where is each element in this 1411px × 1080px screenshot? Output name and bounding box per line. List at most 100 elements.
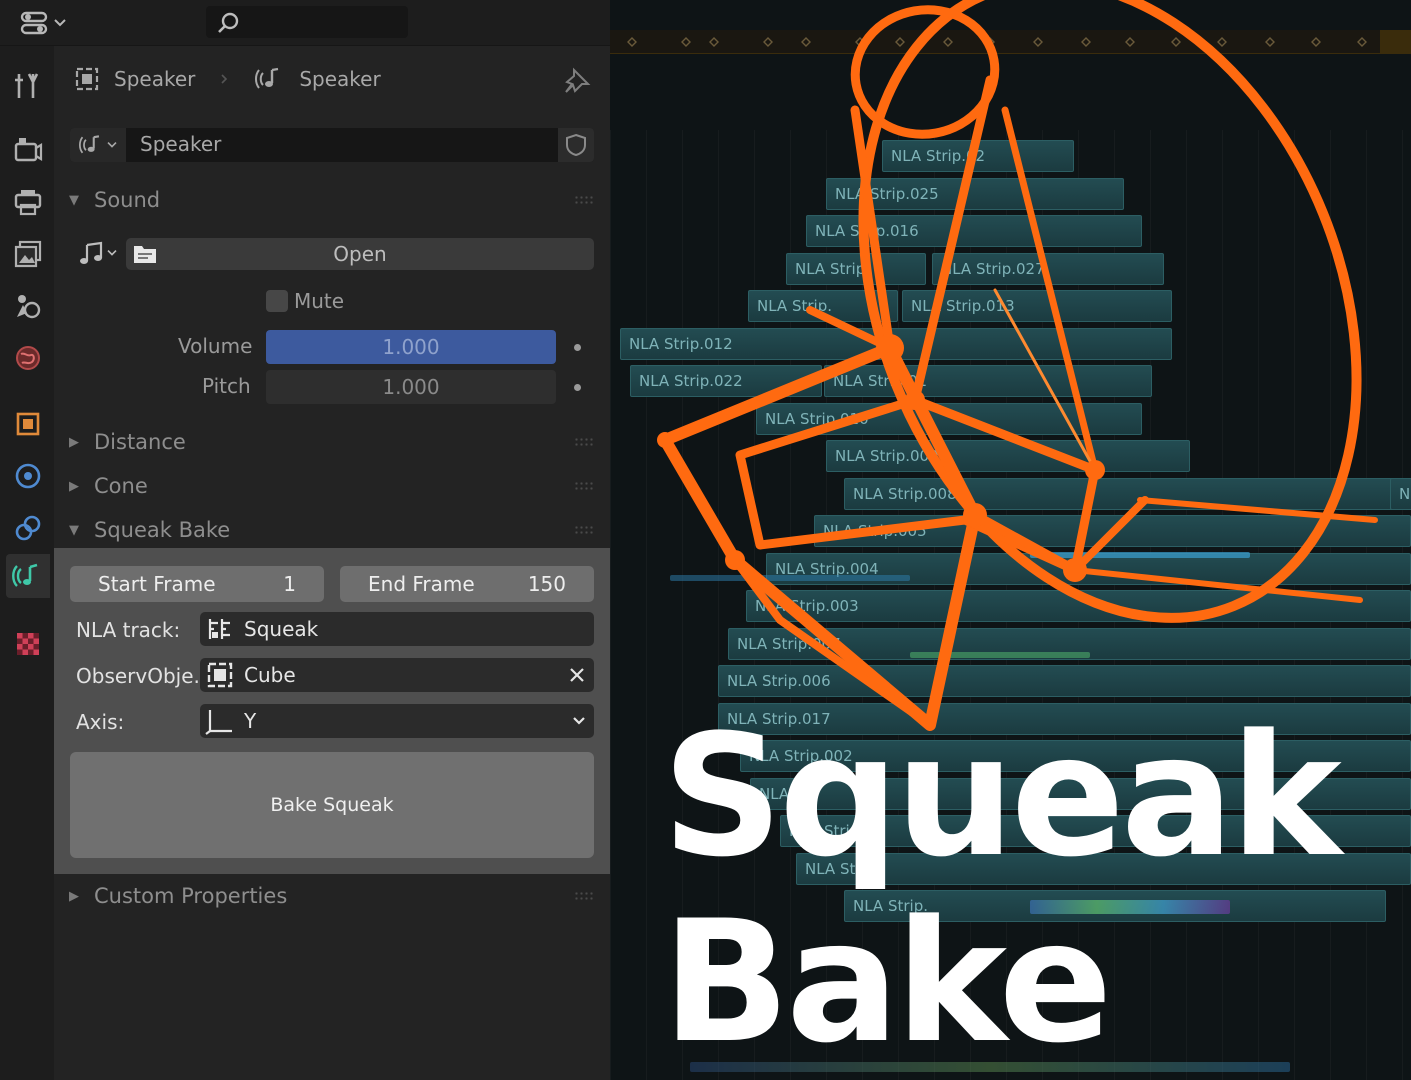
view-layer-tab[interactable] (6, 232, 50, 276)
start-frame-field[interactable]: Start Frame 1 (70, 566, 324, 602)
search-input[interactable] (206, 6, 408, 38)
observer-object-value: Cube (244, 663, 296, 687)
output-tab[interactable] (6, 180, 50, 224)
bake-squeak-button[interactable]: Bake Squeak (70, 752, 594, 858)
chevron-down-icon (107, 250, 117, 256)
cone-panel-title: Cone (94, 474, 148, 498)
axis-icon (205, 710, 232, 735)
speaker-datablock-field[interactable]: Speaker (70, 128, 594, 162)
end-frame-field[interactable]: End Frame 150 (340, 566, 594, 602)
properties-editor: Speaker Speaker Speaker ▼ Sound Open Mut… (0, 0, 610, 1080)
object-tab[interactable] (6, 402, 50, 446)
breadcrumb: Speaker Speaker (74, 66, 381, 92)
speaker-icon (255, 67, 279, 89)
object-icon (207, 662, 233, 688)
editor-type-button[interactable] (14, 6, 72, 40)
start-frame-value: 1 (283, 572, 296, 596)
speaker-icon (12, 563, 38, 587)
collapsed-arrow-icon: ▶ (69, 434, 79, 450)
distance-panel-title: Distance (94, 430, 186, 454)
cone-panel-header[interactable]: ▶ Cone (54, 466, 610, 506)
distance-panel-header[interactable]: ▶ Distance (54, 422, 610, 462)
squeak-bake-panel-body: Start Frame 1 End Frame 150 NLA track: S… (54, 548, 610, 874)
properties-tabs (0, 46, 54, 1080)
squeak-bake-panel-title: Squeak Bake (94, 518, 231, 542)
render-icon (14, 138, 43, 162)
scene-tab[interactable] (6, 284, 50, 328)
pitch-value: 1.000 (382, 375, 440, 399)
scene-icon (17, 295, 41, 319)
volume-keyframe-dot[interactable] (574, 344, 581, 351)
breadcrumb-data-name: Speaker (299, 67, 381, 91)
collapsed-arrow-icon: ▶ (69, 478, 79, 494)
object-icon (16, 412, 40, 436)
constraints-icon (15, 515, 41, 541)
chevron-down-icon (107, 142, 117, 148)
bake-squeak-label: Bake Squeak (270, 794, 394, 816)
close-icon[interactable] (568, 666, 586, 684)
chevron-right-icon (221, 74, 228, 84)
texture-tab[interactable] (6, 622, 50, 666)
tool-tab[interactable] (6, 64, 50, 108)
constraints-tab[interactable] (6, 506, 50, 550)
sound-panel-header[interactable]: ▼ Sound (54, 180, 610, 220)
pitch-slider[interactable]: 1.000 (266, 370, 556, 404)
observer-object-field[interactable]: Cube (200, 658, 594, 692)
squeak-bake-logo (657, 0, 1378, 731)
object-icon (75, 67, 99, 91)
file-browser-button[interactable] (130, 238, 160, 268)
nla-track-value: Squeak (244, 617, 319, 641)
datablock-name: Speaker (140, 132, 222, 156)
chevron-down-icon (54, 19, 66, 27)
title-line-2: Bake (662, 884, 1113, 1080)
title-line-1: Squeak (662, 698, 1342, 894)
nla-track-label: NLA track: (76, 618, 181, 642)
drag-grip-icon[interactable] (574, 481, 594, 491)
tool-icon (15, 73, 39, 98)
open-sound-button[interactable]: Open (126, 238, 594, 270)
drag-grip-icon[interactable] (574, 437, 594, 447)
drag-grip-icon[interactable] (574, 525, 594, 535)
end-frame-label: End Frame (368, 572, 475, 596)
nla-track-field[interactable]: Squeak (200, 612, 594, 646)
expanded-arrow-icon: ▼ (69, 522, 79, 538)
pin-icon[interactable] (562, 66, 592, 96)
world-tab[interactable] (6, 336, 50, 380)
volume-value: 1.000 (382, 335, 440, 359)
observer-object-label: ObservObje... (76, 664, 213, 688)
render-tab[interactable] (6, 128, 50, 172)
custom-properties-panel-header[interactable]: ▶ Custom Properties (54, 876, 610, 916)
shield-icon (566, 133, 586, 157)
axis-label: Axis: (76, 710, 125, 734)
view-layer-icon (14, 240, 42, 268)
properties-content: Speaker Speaker Speaker ▼ Sound Open Mut… (54, 46, 610, 1080)
file-browser-icon (134, 246, 156, 263)
axis-dropdown[interactable]: Y (200, 704, 594, 738)
mute-checkbox[interactable] (266, 290, 288, 312)
properties-editor-icon (20, 11, 48, 35)
volume-label: Volume (178, 334, 253, 358)
editor-header (0, 0, 610, 46)
sound-browse-button[interactable] (70, 236, 126, 270)
end-frame-value: 150 (527, 572, 566, 596)
datablock-browse-button[interactable] (70, 128, 126, 162)
pitch-keyframe-dot[interactable] (574, 384, 581, 391)
nla-track-icon (208, 619, 230, 639)
physics-icon (15, 463, 41, 489)
volume-slider[interactable]: 1.000 (266, 330, 556, 364)
start-frame-label: Start Frame (98, 572, 216, 596)
drag-grip-icon[interactable] (574, 891, 594, 901)
collapsed-arrow-icon: ▶ (69, 888, 79, 904)
axis-value: Y (244, 709, 257, 733)
breadcrumb-object-name: Speaker (114, 67, 196, 91)
fake-user-button[interactable] (558, 128, 594, 162)
speaker-icon (79, 135, 100, 154)
custom-properties-title: Custom Properties (94, 884, 288, 908)
mute-label: Mute (294, 289, 345, 313)
squeak-bake-panel-header[interactable]: ▼ Squeak Bake (54, 510, 610, 550)
drag-grip-icon[interactable] (574, 195, 594, 205)
speaker-data-tab[interactable] (6, 554, 50, 598)
search-icon (218, 12, 239, 33)
physics-tab[interactable] (6, 454, 50, 498)
output-icon (14, 190, 42, 216)
